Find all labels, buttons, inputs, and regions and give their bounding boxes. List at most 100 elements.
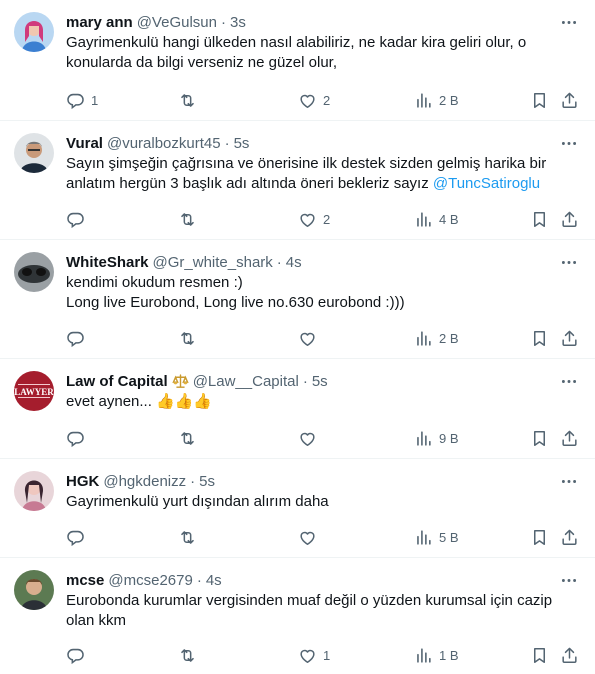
timestamp[interactable]: 4s — [206, 572, 222, 589]
tweet-text: Gayrimenkulü yurt dışından alırım daha — [66, 492, 555, 512]
avatar[interactable]: LAWYER — [14, 371, 54, 411]
reply-icon — [66, 91, 85, 110]
views-button[interactable]: 5 B — [414, 527, 459, 547]
tweet-text: Gayrimenkulü hangi ülkeden nasıl alabili… — [66, 33, 555, 73]
user-handle[interactable]: @Law__Capital — [193, 373, 299, 390]
bookmark-button[interactable] — [530, 428, 549, 448]
more-options-button[interactable] — [559, 135, 579, 151]
like-button[interactable]: 1 — [298, 645, 330, 665]
more-horizontal-icon — [561, 141, 577, 146]
view-count: 1 B — [439, 647, 459, 663]
share-button[interactable] — [560, 645, 579, 665]
display-name[interactable]: mcse — [66, 572, 104, 589]
reply-button[interactable] — [66, 328, 85, 348]
retweet-button[interactable] — [178, 645, 197, 665]
display-name[interactable]: Vural — [66, 135, 103, 152]
user-handle[interactable]: @mcse2679 — [108, 572, 192, 589]
retweet-button[interactable] — [178, 328, 197, 348]
bookmark-button[interactable] — [530, 645, 549, 665]
view-count: 4 B — [439, 211, 459, 227]
reply-button[interactable] — [66, 527, 85, 547]
views-button[interactable]: 9 B — [414, 428, 459, 448]
more-options-button[interactable] — [559, 473, 579, 489]
reply-button[interactable] — [66, 209, 91, 229]
bookmark-icon — [530, 91, 549, 110]
bookmark-icon — [530, 429, 549, 448]
heart-icon — [298, 528, 317, 547]
bookmark-button[interactable] — [530, 328, 549, 348]
user-handle[interactable]: @hgkdenizz — [103, 473, 186, 490]
more-options-button[interactable] — [559, 14, 579, 30]
mention-link[interactable]: @TuncSatiroglu — [433, 175, 540, 192]
views-button[interactable]: 4 B — [414, 209, 459, 229]
display-name[interactable]: HGK — [66, 473, 99, 490]
tweet-card[interactable]: LAWYER Law of Capital @Law__Capital · 5s… — [0, 359, 595, 459]
like-button[interactable] — [298, 328, 317, 348]
tweet-text-line: Gayrimenkulü hangi ülkeden nasıl alabili… — [66, 34, 527, 51]
tweet-card[interactable]: mcse @mcse2679 · 4s Eurobonda kurumlar v… — [0, 558, 595, 674]
tweet-text-line: evet aynen... — [66, 393, 152, 410]
timestamp[interactable]: 5s — [312, 373, 328, 390]
display-name[interactable]: WhiteShark — [66, 254, 149, 271]
retweet-icon — [178, 646, 197, 665]
share-button[interactable] — [560, 328, 579, 348]
reply-icon — [66, 646, 85, 665]
bookmark-button[interactable] — [530, 527, 549, 547]
reply-button[interactable] — [66, 645, 85, 665]
views-button[interactable]: 2 B — [414, 328, 459, 348]
scales-icon — [172, 373, 189, 390]
reply-icon — [66, 429, 85, 448]
share-icon — [560, 646, 579, 665]
views-button[interactable]: 1 B — [414, 645, 459, 665]
retweet-button[interactable] — [178, 209, 197, 229]
timestamp[interactable]: 3s — [230, 14, 246, 31]
reply-feed: mary ann @VeGulsun · 3s Gayrimenkulü han… — [0, 0, 595, 674]
timestamp[interactable]: 5s — [234, 135, 250, 152]
avatar[interactable] — [14, 133, 54, 173]
share-button[interactable] — [560, 428, 579, 448]
share-icon — [560, 329, 579, 348]
avatar[interactable] — [14, 12, 54, 52]
more-options-button[interactable] — [559, 373, 579, 389]
share-button[interactable] — [560, 90, 579, 110]
share-button[interactable] — [560, 527, 579, 547]
tweet-text-line: Eurobonda kurumlar vergisinden muaf deği… — [66, 592, 553, 609]
retweet-button[interactable] — [178, 90, 197, 110]
tweet-card[interactable]: HGK @hgkdenizz · 5s Gayrimenkulü yurt dı… — [0, 459, 595, 558]
display-name[interactable]: mary ann — [66, 14, 133, 31]
bookmark-button[interactable] — [530, 209, 549, 229]
tweet-card[interactable]: WhiteShark @Gr_white_shark · 4s kendimi … — [0, 240, 595, 359]
views-button[interactable]: 2 B — [414, 90, 459, 110]
reply-icon — [66, 528, 85, 547]
share-button[interactable] — [560, 209, 579, 229]
user-handle[interactable]: @vuralbozkurt45 — [107, 135, 221, 152]
avatar[interactable] — [14, 252, 54, 292]
like-button[interactable] — [298, 428, 317, 448]
tweet-text: Eurobonda kurumlar vergisinden muaf deği… — [66, 591, 555, 631]
view-count: 5 B — [439, 529, 459, 545]
user-handle[interactable]: @Gr_white_shark — [153, 254, 273, 271]
retweet-button[interactable] — [178, 428, 197, 448]
avatar[interactable] — [14, 471, 54, 511]
timestamp[interactable]: 5s — [199, 473, 215, 490]
bookmark-button[interactable] — [530, 90, 549, 110]
avatar[interactable] — [14, 570, 54, 610]
reply-button[interactable]: 1 — [66, 90, 98, 110]
like-button[interactable]: 2 — [298, 90, 330, 110]
share-icon — [560, 429, 579, 448]
more-options-button[interactable] — [559, 572, 579, 588]
separator-dot: · — [224, 134, 230, 152]
reply-count: 1 — [91, 92, 99, 108]
like-button[interactable] — [298, 527, 317, 547]
retweet-button[interactable] — [178, 527, 197, 547]
display-name[interactable]: Law of Capital — [66, 373, 168, 390]
separator-dot: · — [276, 253, 282, 271]
reply-button[interactable] — [66, 428, 85, 448]
timestamp[interactable]: 4s — [286, 254, 302, 271]
tweet-card[interactable]: Vural @vuralbozkurt45 · 5s Sayın şimşeği… — [0, 121, 595, 240]
views-chart-icon — [414, 528, 433, 547]
tweet-card[interactable]: mary ann @VeGulsun · 3s Gayrimenkulü han… — [0, 0, 595, 121]
like-button[interactable]: 2 — [298, 209, 330, 229]
more-options-button[interactable] — [559, 254, 579, 270]
user-handle[interactable]: @VeGulsun — [137, 14, 217, 31]
